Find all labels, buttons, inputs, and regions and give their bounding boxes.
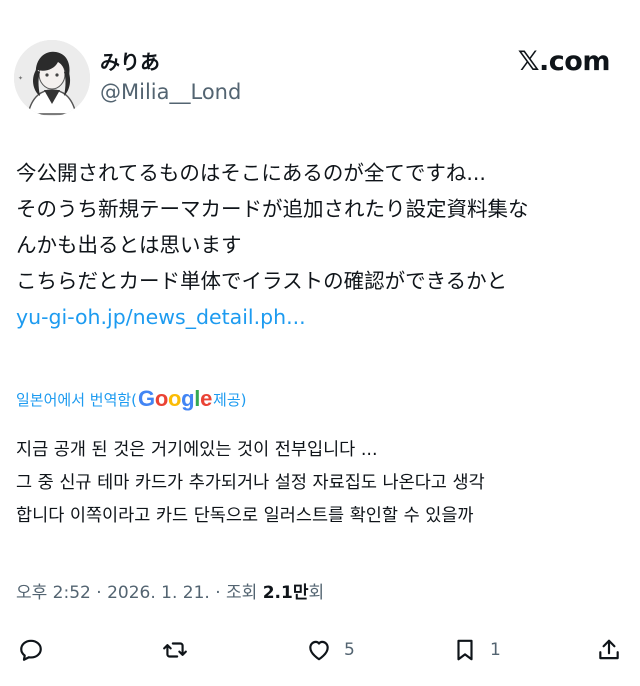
x-logo[interactable]: 𝕏.com [518, 46, 611, 77]
translation-attribution[interactable]: 일본어에서 번역함( Google 제공) [16, 386, 246, 412]
translation-suffix: 제공) [213, 390, 247, 409]
tweet-link[interactable]: yu-gi-oh.jp/news_detail.ph... [16, 299, 628, 335]
reply-icon [20, 639, 42, 661]
like-button[interactable]: 5 [306, 630, 355, 670]
tweet-line: こちらだとカード単体でイラストの確認ができるかと [16, 269, 508, 293]
tweet-line: そのうち新規テーマカードが追加されたり設定資料集な [16, 197, 529, 221]
view-label: 회 [308, 583, 325, 603]
retweet-button[interactable] [162, 630, 188, 670]
tweet-text: 今公開されてるものはそこにあるのが全てですね... そのうち新規テーマカードが追… [16, 155, 628, 335]
translated-line: 그 중 신규 테마 카드가 추가되거나 설정 자료집도 나온다고 생각 [16, 473, 485, 493]
google-logo: Google [138, 386, 213, 411]
avatar-illustration: ✦ [14, 40, 90, 116]
heart-icon [309, 640, 329, 661]
author-handle[interactable]: @Milia__Lond [100, 80, 241, 104]
view-count: 2.1만 [262, 583, 309, 603]
tweet-meta: 오후 2:52 · 2026. 1. 21. · 조회 2.1만회 [16, 578, 324, 603]
like-count: 5 [344, 640, 355, 660]
share-button[interactable] [596, 630, 622, 670]
retweet-icon [163, 642, 187, 658]
bookmark-icon [457, 639, 473, 661]
bookmark-count: 1 [490, 640, 501, 660]
timestamp[interactable]: 오후 2:52 · 2026. 1. 21. · 조회 [16, 583, 263, 603]
action-bar: 5 1 [0, 630, 640, 670]
translated-line: 지금 공개 된 것은 거기에있는 것이 전부입니다 ... [16, 440, 378, 460]
tweet-card: ✦ みりあ @Milia__Lond 𝕏.com 今公開されてるものはそこにある… [0, 0, 640, 686]
share-icon [599, 639, 619, 660]
translation-prefix: 일본어에서 번역함( [16, 390, 138, 409]
translated-text: 지금 공개 된 것은 거기에있는 것이 전부입니다 ... 그 중 신규 테마 … [16, 434, 628, 533]
tweet-line: んかも出るとは思います [16, 233, 242, 257]
svg-text:✦: ✦ [18, 75, 23, 82]
author-name[interactable]: みりあ [100, 46, 160, 75]
bookmark-button[interactable]: 1 [452, 630, 501, 670]
translated-line: 합니다 이쪽이라고 카드 단독으로 일러스트를 확인할 수 있을까 [16, 506, 474, 526]
avatar[interactable]: ✦ [14, 40, 90, 116]
tweet-line: 今公開されてるものはそこにあるのが全てですね... [16, 161, 486, 185]
reply-button[interactable] [18, 630, 44, 670]
